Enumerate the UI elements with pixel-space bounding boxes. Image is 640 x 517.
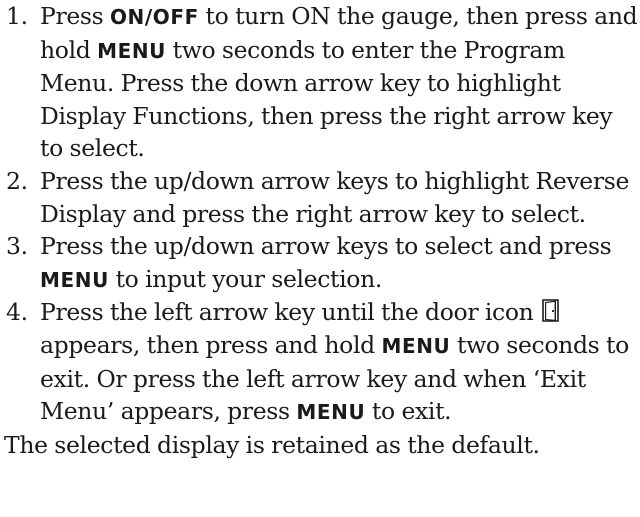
footer-note: The selected display is retained as the … <box>4 430 540 459</box>
menu-key: MENU <box>40 267 109 292</box>
step-text: to exit. <box>365 397 452 426</box>
step-text: Press the left arrow key until the door … <box>40 298 541 327</box>
step-1: 1. Press ON/OFF to turn ON the gauge, th… <box>4 0 640 165</box>
menu-key: MENU <box>296 400 366 425</box>
instruction-document: 1. Press ON/OFF to turn ON the gauge, th… <box>0 0 640 517</box>
steps-list: 1. Press ON/OFF to turn ON the gauge, th… <box>4 0 640 429</box>
step-number: 3. <box>6 232 28 261</box>
on-off-key: ON/OFF <box>109 5 199 29</box>
step-text: Press the up/down arrow keys to select a… <box>40 232 612 261</box>
step-number: 2. <box>6 166 28 195</box>
step-text: to input your selection. <box>108 264 383 293</box>
step-2: 2. Press the up/down arrow keys to highl… <box>4 165 640 230</box>
step-3: 3. Press the up/down arrow keys to selec… <box>4 230 640 296</box>
step-number: 4. <box>6 298 28 327</box>
step-text: Press the up/down arrow keys to highligh… <box>40 166 630 228</box>
menu-key: MENU <box>381 333 451 358</box>
door-icon <box>542 299 560 323</box>
step-text: Press <box>40 2 110 30</box>
step-4: 4. Press the left arrow key until the do… <box>4 296 640 428</box>
step-number: 1. <box>6 2 28 30</box>
menu-key: MENU <box>97 38 167 63</box>
step-text: appears, then press and hold <box>40 330 382 359</box>
